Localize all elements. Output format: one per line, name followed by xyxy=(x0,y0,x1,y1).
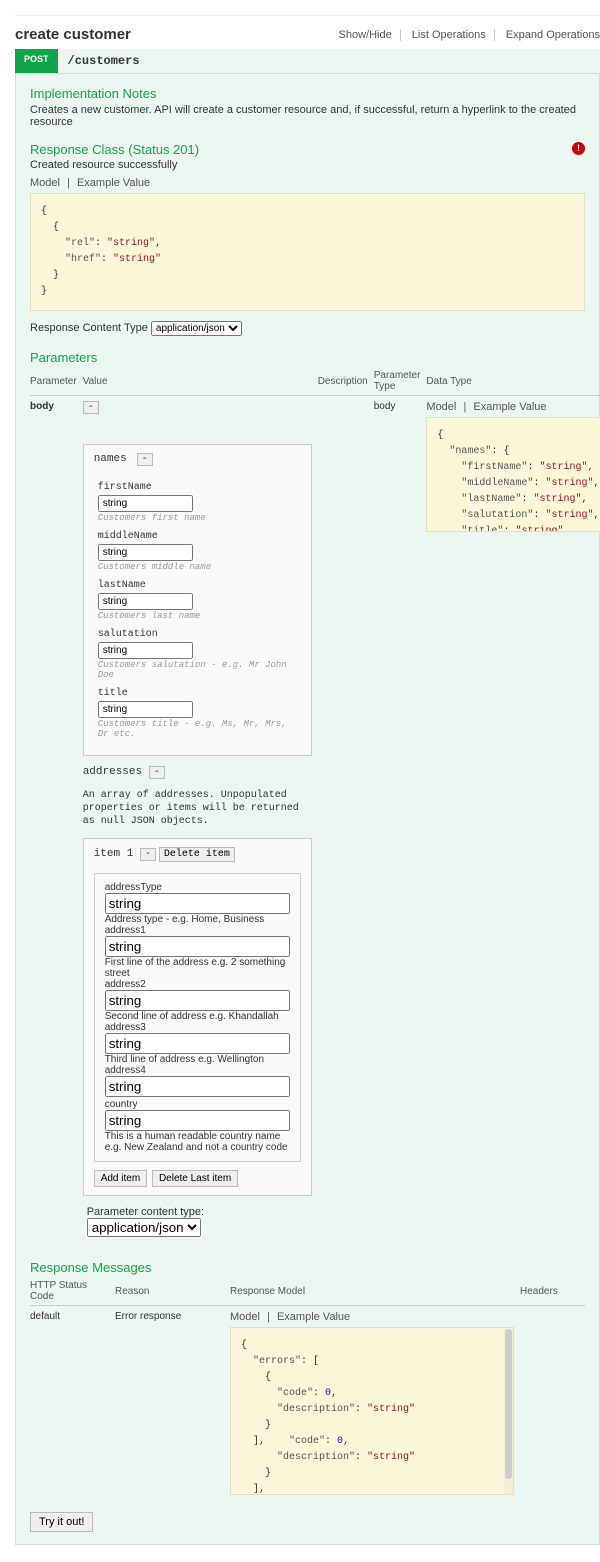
field-addresstype-label: addressType xyxy=(105,882,162,893)
field-address4-label: address4 xyxy=(105,1065,146,1076)
parameter-content-type-label: Parameter content type: xyxy=(87,1206,204,1218)
names-collapse[interactable]: - xyxy=(137,453,153,466)
addresses-collapse[interactable]: - xyxy=(149,766,165,779)
collapse-toggle[interactable]: - xyxy=(83,401,99,414)
datatype-example[interactable]: { "names": { "firstName": "string", "mid… xyxy=(426,417,600,532)
field-addresstype-input[interactable] xyxy=(105,893,290,914)
col-value: Value xyxy=(83,367,318,396)
field-firstname-input[interactable] xyxy=(98,495,193,512)
try-it-out-button[interactable]: Try it out! xyxy=(30,1512,93,1532)
field-firstname-label: firstName xyxy=(98,482,301,493)
implementation-notes-text: Creates a new customer. API will create … xyxy=(30,104,585,128)
rm-model-link[interactable]: Model xyxy=(230,1311,260,1323)
field-address1-hint: First line of the address e.g. 2 somethi… xyxy=(105,957,290,979)
alert-icon: ! xyxy=(572,142,585,155)
rm-col-headers: Headers xyxy=(520,1277,585,1306)
rm-reason: Error response xyxy=(115,1306,230,1501)
field-country-hint: This is a human readable country name e.… xyxy=(105,1131,290,1153)
field-middlename-input[interactable] xyxy=(98,544,193,561)
col-description: Description xyxy=(318,367,374,396)
field-address2-input[interactable] xyxy=(105,990,290,1011)
field-title-input[interactable] xyxy=(98,701,193,718)
param-name: body xyxy=(30,401,54,412)
field-country-input[interactable] xyxy=(105,1110,290,1131)
address-item-panel: item 1 - Delete item addressType Address… xyxy=(83,838,312,1196)
field-middlename-label: middleName xyxy=(98,531,301,542)
response-class-text: Created resource successfully xyxy=(30,159,585,171)
rm-col-model: Response Model xyxy=(230,1277,520,1306)
list-operations-link[interactable]: List Operations xyxy=(404,29,495,41)
model-link[interactable]: Model xyxy=(30,177,60,189)
example-value-link[interactable]: Example Value xyxy=(77,177,150,189)
field-address2-label: address2 xyxy=(105,979,146,990)
value-form-panel: names - firstName Customers first name xyxy=(83,444,312,756)
endpoint-path[interactable]: /customers xyxy=(58,49,600,73)
field-addresstype-hint: Address type - e.g. Home, Business xyxy=(105,914,290,925)
field-salutation-input[interactable] xyxy=(98,642,193,659)
col-data-type: Data Type xyxy=(426,367,600,396)
addresses-group-label: addresses xyxy=(83,766,142,778)
expand-operations-link[interactable]: Expand Operations xyxy=(498,29,600,41)
rm-status: default xyxy=(30,1306,115,1501)
field-lastname-input[interactable] xyxy=(98,593,193,610)
col-parameter-type: Parameter Type xyxy=(374,367,427,396)
parameter-type: body xyxy=(374,396,427,1243)
item-collapse[interactable]: - xyxy=(140,848,156,861)
addresses-description: An array of addresses. Unpopulated prope… xyxy=(83,789,312,828)
response-content-type-label: Response Content Type xyxy=(30,322,148,334)
rm-example[interactable]: { "errors": [ { "code": 0, "description"… xyxy=(230,1327,514,1495)
page-title: create customer xyxy=(15,26,131,43)
rm-col-reason: Reason xyxy=(115,1277,230,1306)
response-messages-title: Response Messages xyxy=(30,1260,585,1275)
show-hide-link[interactable]: Show/Hide xyxy=(331,29,401,41)
datatype-model-link[interactable]: Model xyxy=(426,401,456,413)
field-address3-label: address3 xyxy=(105,1022,146,1033)
field-country-label: country xyxy=(105,1099,138,1110)
field-title-label: title xyxy=(98,688,301,699)
field-address4-input[interactable] xyxy=(105,1076,290,1097)
rm-scrollbar-track[interactable] xyxy=(504,1328,513,1494)
method-badge: POST xyxy=(15,49,58,73)
datatype-example-link[interactable]: Example Value xyxy=(473,401,546,413)
field-address1-input[interactable] xyxy=(105,936,290,957)
field-address1-label: address1 xyxy=(105,925,146,936)
item-label: item 1 xyxy=(94,848,134,860)
col-parameter: Parameter xyxy=(30,367,83,396)
response-content-type-select[interactable]: application/json xyxy=(151,321,242,336)
field-lastname-label: lastName xyxy=(98,580,301,591)
delete-item-button[interactable]: Delete item xyxy=(159,847,235,862)
field-title-hint: Customers title - e.g. Ms, Mr, Mrs, Dr e… xyxy=(98,719,301,739)
names-group-label: names xyxy=(94,453,127,465)
header-actions: Show/Hide List Operations Expand Operati… xyxy=(331,29,600,41)
add-item-button[interactable]: Add item xyxy=(94,1170,147,1187)
field-lastname-hint: Customers last name xyxy=(98,611,301,621)
field-address3-hint: Third line of address e.g. Wellington xyxy=(105,1054,290,1065)
rm-example-link[interactable]: Example Value xyxy=(277,1311,350,1323)
field-firstname-hint: Customers first name xyxy=(98,513,301,523)
implementation-notes-title: Implementation Notes xyxy=(30,86,585,101)
delete-last-item-button[interactable]: Delete Last item xyxy=(152,1170,238,1187)
parameters-title: Parameters xyxy=(30,350,585,365)
parameter-content-type-select[interactable]: application/json xyxy=(87,1218,201,1237)
rm-col-status: HTTP Status Code xyxy=(30,1277,115,1306)
field-salutation-label: salutation xyxy=(98,629,301,640)
field-salutation-hint: Customers salutation - e.g. Mr John Doe xyxy=(98,660,301,680)
field-address3-input[interactable] xyxy=(105,1033,290,1054)
field-address2-hint: Second line of address e.g. Khandallah xyxy=(105,1011,290,1022)
field-middlename-hint: Customers middle name xyxy=(98,562,301,572)
response-example: { { "rel": "string", "href": "string" } … xyxy=(30,193,585,311)
response-class-title: Response Class (Status 201) xyxy=(30,142,585,157)
rm-scrollbar-thumb[interactable] xyxy=(505,1329,512,1479)
